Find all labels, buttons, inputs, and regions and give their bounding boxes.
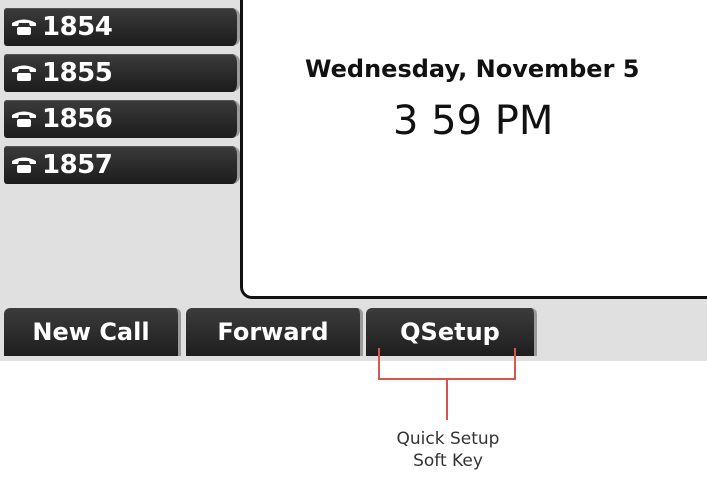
callout-caption-line1: Quick Setup <box>396 429 500 449</box>
callout-caption: Quick Setup Soft Key <box>348 428 548 472</box>
idle-display-panel: Wednesday, November 5 3 59 PM <box>240 0 707 299</box>
line-number: 1854 <box>42 12 113 42</box>
line-key-1855[interactable]: 1855 <box>4 54 240 92</box>
forward-soft-key[interactable]: Forward <box>186 308 363 356</box>
line-key-1857[interactable]: 1857 <box>4 146 240 184</box>
callout-caption-line2: Soft Key <box>413 451 483 471</box>
callout-bracket <box>378 348 516 380</box>
line-keys-panel: 1854 1855 1856 1857 <box>4 8 240 192</box>
phone-handset-icon <box>10 109 38 129</box>
phone-handset-icon <box>10 63 38 83</box>
line-number: 1856 <box>42 104 113 134</box>
soft-keys-bar: New Call Forward QSetup <box>4 308 707 358</box>
line-number: 1857 <box>42 150 113 180</box>
phone-handset-icon <box>10 155 38 175</box>
line-number: 1855 <box>42 58 113 88</box>
line-key-1856[interactable]: 1856 <box>4 100 240 138</box>
new-call-soft-key[interactable]: New Call <box>4 308 181 356</box>
callout-stem <box>446 380 448 420</box>
phone-handset-icon <box>10 17 38 37</box>
line-key-1854[interactable]: 1854 <box>4 8 240 46</box>
time-text: 3 59 PM <box>393 98 554 144</box>
phone-screen: 1854 1855 1856 1857 Wednesday, November … <box>0 0 707 361</box>
date-text: Wednesday, November 5 <box>305 55 640 83</box>
